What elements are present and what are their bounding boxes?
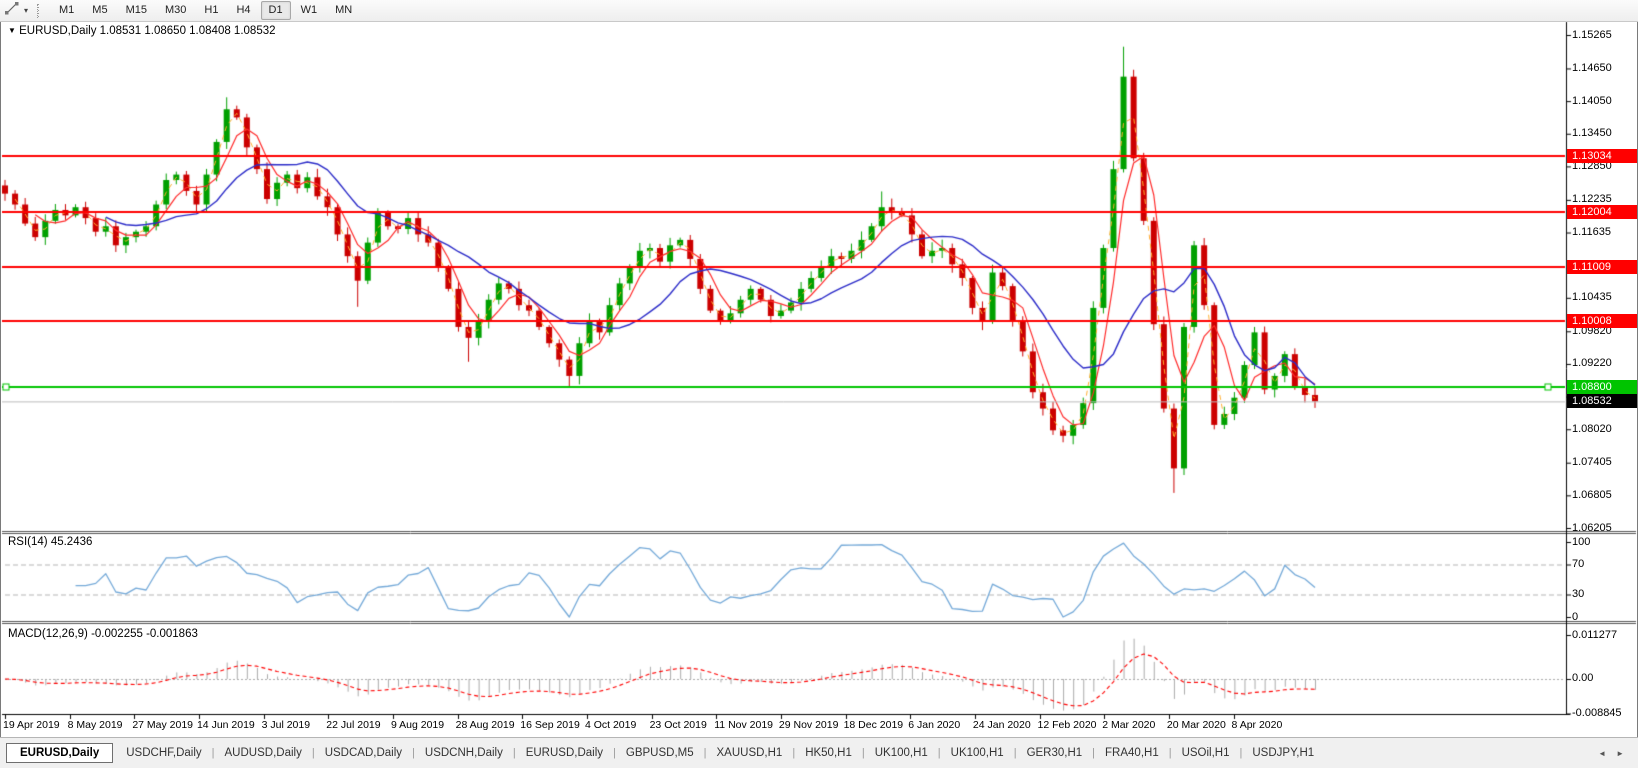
date-axis-label: 11 Nov 2019 (714, 719, 773, 731)
chart-tab-gbpusd-m5[interactable]: GBPUSD,M5 (617, 743, 703, 763)
timeframe-button-m30[interactable]: M30 (157, 1, 194, 20)
symbol-dropdown-icon[interactable]: ▼ (8, 26, 16, 35)
date-axis-label: 8 May 2019 (68, 719, 123, 731)
date-axis-label: 20 Mar 2020 (1167, 719, 1226, 731)
chart-title: ▼ EURUSD,Daily 1.08531 1.08650 1.08408 1… (8, 25, 276, 37)
resistance-price-flag[interactable]: 1.11009 (1567, 260, 1637, 274)
price-axis-label: 1.14650 (1572, 62, 1612, 75)
chart-tab-usdcad-daily[interactable]: USDCAD,Daily (316, 743, 411, 763)
date-axis-label: 8 Apr 2020 (1232, 719, 1283, 731)
macd-axis-label: -0.008845 (1572, 707, 1622, 720)
date-axis-label: 19 Apr 2019 (3, 719, 60, 731)
price-axis-label: 1.11635 (1572, 226, 1611, 239)
macd-axis-label: 0.011277 (1572, 629, 1617, 642)
timeframe-button-m15[interactable]: M15 (118, 1, 155, 20)
date-axis-label: 28 Aug 2019 (456, 719, 515, 731)
timeframe-button-m1[interactable]: M1 (51, 1, 82, 20)
date-axis-label: 14 Jun 2019 (197, 719, 255, 731)
date-axis-label: 4 Oct 2019 (585, 719, 636, 731)
chart-tab-usoil-h1[interactable]: USOil,H1 (1173, 743, 1239, 763)
rsi-axis-label: 100 (1572, 536, 1590, 549)
date-axis-label: 2 Mar 2020 (1102, 719, 1155, 731)
price-axis-label: 1.09220 (1572, 357, 1612, 370)
chart-tab-uk100-h1[interactable]: UK100,H1 (942, 743, 1013, 763)
chart-tab-eurusd-daily[interactable]: EURUSD,Daily (517, 743, 612, 763)
line-studies-icon[interactable] (4, 1, 22, 20)
date-axis-label: 12 Feb 2020 (1038, 719, 1097, 731)
date-axis-label: 18 Dec 2019 (844, 719, 904, 731)
resistance-price-flag[interactable]: 1.10008 (1567, 314, 1637, 328)
resistance-price-flag[interactable]: 1.13034 (1567, 149, 1637, 163)
macd-indicator-label: MACD(12,26,9) -0.002255 -0.001863 (8, 628, 198, 640)
rsi-indicator-label: RSI(14) 45.2436 (8, 536, 92, 548)
timeframe-button-d1[interactable]: D1 (261, 1, 291, 20)
chart-tab-fra40-h1[interactable]: FRA40,H1 (1096, 743, 1168, 763)
chart-tab-audusd-daily[interactable]: AUDUSD,Daily (216, 743, 311, 763)
price-axis-label: 1.06805 (1572, 489, 1612, 502)
date-axis-label: 29 Nov 2019 (779, 719, 839, 731)
price-axis-label: 1.15265 (1572, 29, 1612, 42)
support-price-flag[interactable]: 1.08800 (1567, 380, 1637, 394)
timeframe-button-mn[interactable]: MN (327, 1, 360, 20)
chevron-down-icon[interactable]: ▾ (24, 6, 28, 15)
macd-axis-label: 0.00 (1572, 672, 1593, 685)
date-axis-label: 23 Oct 2019 (650, 719, 707, 731)
chart-tab-usdjpy-h1[interactable]: USDJPY,H1 (1243, 743, 1323, 763)
timeframe-button-w1[interactable]: W1 (293, 1, 326, 20)
price-axis-label: 1.10435 (1572, 291, 1612, 304)
timeframe-button-h1[interactable]: H1 (196, 1, 226, 20)
date-axis-label: 16 Sep 2019 (520, 719, 580, 731)
price-axis-label: 1.12235 (1572, 193, 1612, 206)
price-chart-canvas[interactable] (0, 0, 1638, 768)
trading-terminal: ▾ M1M5M15M30H1H4D1W1MN ▼ EURUSD,Daily 1.… (0, 0, 1638, 768)
chart-tab-usdcnh-daily[interactable]: USDCNH,Daily (416, 743, 512, 763)
price-axis-label: 1.06205 (1572, 522, 1612, 535)
resistance-price-flag[interactable]: 1.12004 (1567, 205, 1637, 219)
chart-title-text: EURUSD,Daily 1.08531 1.08650 1.08408 1.0… (19, 25, 275, 37)
tab-scroll-controls: ◄ ► (1598, 749, 1638, 758)
toolbar-grip[interactable] (37, 4, 41, 18)
tab-scroll-right-icon[interactable]: ► (1616, 749, 1624, 758)
line-studies-dropdown[interactable]: ▾ (0, 0, 32, 21)
timeframe-buttons: M1M5M15M30H1H4D1W1MN (46, 0, 365, 21)
chart-tab-xauusd-h1[interactable]: XAUUSD,H1 (708, 743, 792, 763)
chart-tab-ger30-h1[interactable]: GER30,H1 (1018, 743, 1092, 763)
chart-tab-hk50-h1[interactable]: HK50,H1 (796, 743, 861, 763)
price-axis-label: 1.13450 (1572, 127, 1612, 140)
date-axis-label: 9 Aug 2019 (391, 719, 444, 731)
rsi-axis-label: 70 (1572, 558, 1584, 571)
date-axis-label: 3 Jul 2019 (262, 719, 310, 731)
date-axis-label: 27 May 2019 (132, 719, 193, 731)
chart-tab-usdchf-daily[interactable]: USDCHF,Daily (117, 743, 210, 763)
toolbar: ▾ M1M5M15M30H1H4D1W1MN (0, 0, 1638, 22)
timeframe-button-m5[interactable]: M5 (84, 1, 115, 20)
rsi-axis-label: 30 (1572, 588, 1584, 601)
price-axis-label: 1.07405 (1572, 456, 1612, 469)
chart-tab-bar: EURUSD,DailyUSDCHF,Daily|AUDUSD,Daily|US… (0, 737, 1638, 768)
date-axis-label: 6 Jan 2020 (908, 719, 960, 731)
chart-tab-eurusd-daily[interactable]: EURUSD,Daily (6, 743, 113, 763)
price-axis-label: 1.08020 (1572, 423, 1612, 436)
current-price-flag: 1.08532 (1567, 394, 1637, 408)
rsi-axis-label: 0 (1572, 611, 1578, 624)
timeframe-button-h4[interactable]: H4 (228, 1, 258, 20)
chart-tab-uk100-h1[interactable]: UK100,H1 (866, 743, 937, 763)
date-axis-label: 24 Jan 2020 (973, 719, 1031, 731)
tab-scroll-left-icon[interactable]: ◄ (1598, 749, 1606, 758)
chart-tabs: EURUSD,DailyUSDCHF,Daily|AUDUSD,Daily|US… (6, 743, 1323, 763)
price-axis-label: 1.14050 (1572, 95, 1612, 108)
date-axis-label: 22 Jul 2019 (326, 719, 380, 731)
